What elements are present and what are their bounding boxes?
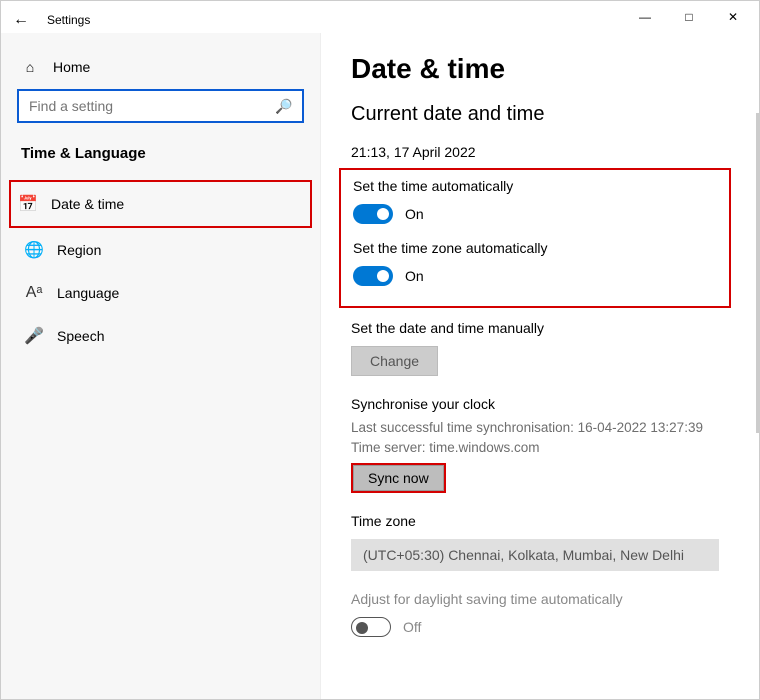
auto-tz-state: On [405, 268, 424, 284]
auto-time-toggle[interactable] [353, 204, 393, 224]
timezone-section: Time zone (UTC+05:30) Chennai, Kolkata, … [351, 513, 719, 571]
sync-highlight: Sync now [351, 463, 446, 493]
auto-tz-label: Set the time zone automatically [353, 240, 717, 256]
title-left: ← Settings [13, 11, 90, 29]
nav-label: Speech [57, 328, 104, 344]
window-title: Settings [47, 13, 90, 27]
window-controls: ― □ ✕ [623, 2, 755, 32]
language-icon: Aᵃ [25, 284, 43, 302]
dst-section: Adjust for daylight saving time automati… [351, 591, 719, 637]
minimize-button[interactable]: ― [623, 2, 667, 32]
change-button[interactable]: Change [351, 346, 438, 376]
nav-date-time[interactable]: 📅 Date & time [9, 180, 312, 228]
auto-time-state: On [405, 206, 424, 222]
auto-time-row: On [353, 204, 717, 224]
main-content: Date & time Current date and time 21:13,… [321, 33, 759, 699]
home-nav[interactable]: ⌂ Home [17, 51, 304, 89]
nav-language[interactable]: Aᵃ Language [17, 272, 304, 314]
sync-heading: Synchronise your clock [351, 396, 719, 412]
back-arrow-icon[interactable]: ← [13, 11, 29, 29]
sidebar: ⌂ Home 🔍 Time & Language 📅 Date & time 🌐… [1, 33, 321, 699]
sync-last: Last successful time synchronisation: 16… [351, 418, 719, 438]
group-title: Time & Language [17, 145, 304, 162]
close-button[interactable]: ✕ [711, 2, 755, 32]
dst-label: Adjust for daylight saving time automati… [351, 591, 719, 607]
search-box[interactable]: 🔍 [17, 89, 304, 123]
dst-toggle[interactable] [351, 617, 391, 637]
sync-server: Time server: time.windows.com [351, 438, 719, 458]
microphone-icon: 🎤 [25, 326, 43, 346]
settings-window: ← Settings ― □ ✕ ⌂ Home 🔍 Time & Languag… [0, 0, 760, 700]
search-input[interactable] [29, 98, 275, 114]
current-datetime: 21:13, 17 April 2022 [351, 144, 719, 160]
sync-now-button[interactable]: Sync now [353, 465, 444, 491]
sync-section: Synchronise your clock Last successful t… [351, 396, 719, 493]
auto-time-label: Set the time automatically [353, 178, 717, 194]
dst-state: Off [403, 619, 421, 635]
scrollbar[interactable] [756, 113, 759, 433]
search-icon: 🔍 [275, 98, 292, 115]
body: ⌂ Home 🔍 Time & Language 📅 Date & time 🌐… [1, 33, 759, 699]
auto-toggles-highlight: Set the time automatically On Set the ti… [339, 168, 731, 308]
home-label: Home [53, 59, 90, 75]
tz-heading: Time zone [351, 513, 719, 529]
auto-tz-toggle[interactable] [353, 266, 393, 286]
home-icon: ⌂ [21, 59, 39, 75]
nav-label: Date & time [51, 196, 124, 212]
timezone-select[interactable]: (UTC+05:30) Chennai, Kolkata, Mumbai, Ne… [351, 539, 719, 571]
titlebar: ← Settings ― □ ✕ [1, 1, 759, 33]
nav-region[interactable]: 🌐 Region [17, 228, 304, 272]
dst-row: Off [351, 617, 719, 637]
calendar-clock-icon: 📅 [19, 194, 37, 214]
maximize-button[interactable]: □ [667, 2, 711, 32]
nav-label: Region [57, 242, 101, 258]
page-title: Date & time [351, 53, 719, 85]
nav-speech[interactable]: 🎤 Speech [17, 314, 304, 358]
nav-label: Language [57, 285, 119, 301]
manual-label: Set the date and time manually [351, 320, 719, 336]
section-current-heading: Current date and time [351, 103, 719, 126]
globe-icon: 🌐 [25, 240, 43, 260]
auto-tz-row: On [353, 266, 717, 286]
